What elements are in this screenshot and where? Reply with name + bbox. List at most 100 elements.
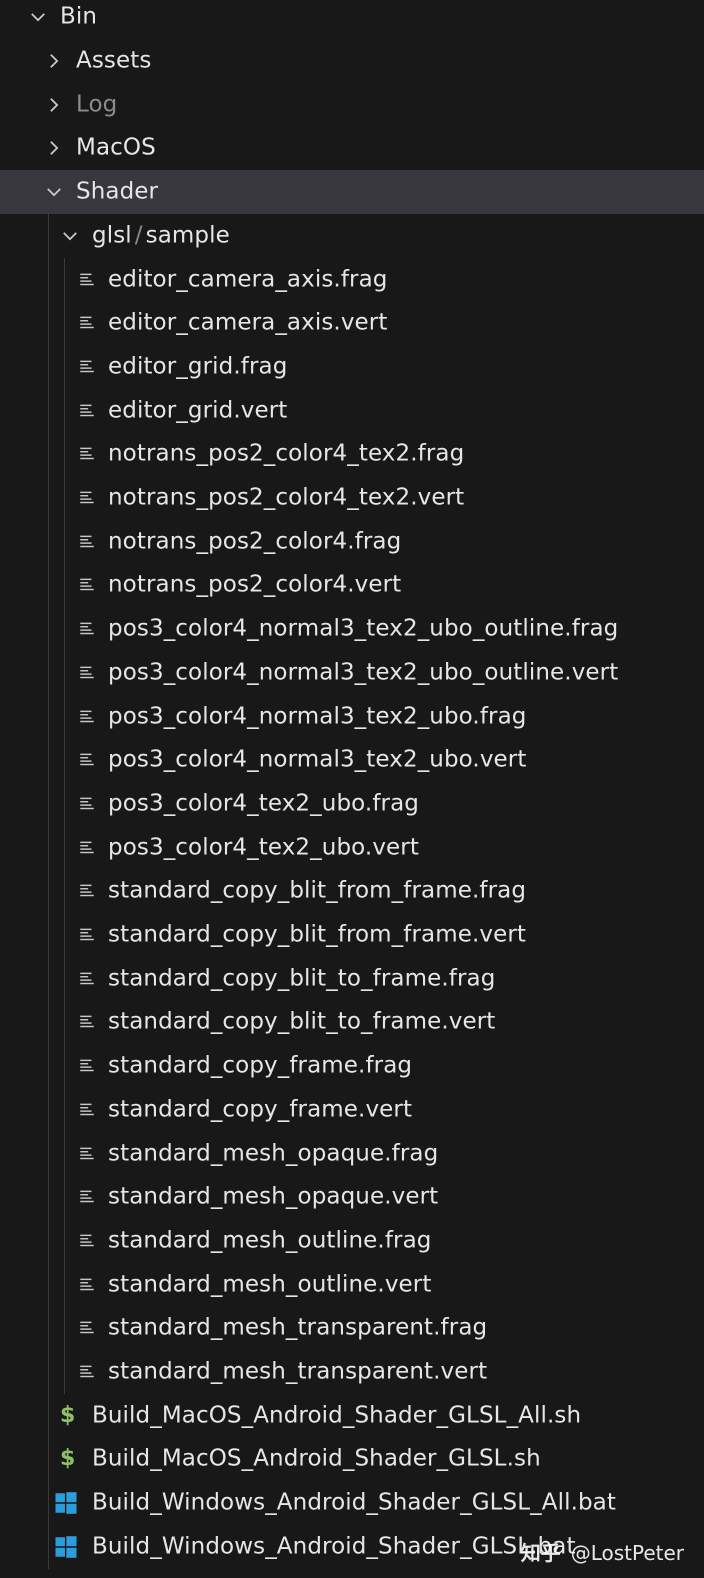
text-file-icon	[80, 928, 94, 941]
file-label: Build_Windows_Android_Shader_GLSL.bat	[92, 1533, 576, 1560]
file-label: notrans_pos2_color4.frag	[108, 528, 402, 555]
compact-folder-label: glsl / sample	[92, 224, 230, 247]
text-file-icon	[80, 535, 94, 547]
chevron-down-icon[interactable]	[60, 226, 80, 246]
file-item[interactable]: standard_mesh_outline.vert	[0, 1263, 704, 1307]
file-label: editor_camera_axis.vert	[108, 309, 388, 336]
text-file-icon	[80, 797, 94, 810]
chevron-down-icon[interactable]	[28, 7, 48, 27]
text-file-icon	[80, 316, 94, 329]
folder-log[interactable]: Log	[0, 83, 704, 127]
file-item[interactable]: standard_copy_blit_from_frame.vert	[0, 913, 704, 957]
chevron-down-icon[interactable]	[44, 182, 64, 202]
file-item[interactable]: standard_mesh_transparent.vert	[0, 1350, 704, 1394]
folder-segment-sample[interactable]: sample	[146, 222, 230, 248]
file-item[interactable]: standard_mesh_outline.frag	[0, 1219, 704, 1263]
text-file-icon	[80, 491, 94, 504]
file-label: standard_copy_frame.frag	[108, 1052, 413, 1079]
file-item[interactable]: standard_copy_blit_to_frame.frag	[0, 957, 704, 1001]
text-file-icon	[80, 360, 94, 373]
file-item[interactable]: standard_copy_blit_from_frame.frag	[0, 870, 704, 914]
chevron-right-icon[interactable]	[44, 95, 64, 115]
file-item[interactable]: notrans_pos2_color4.frag	[0, 520, 704, 564]
shell-script-icon: $	[60, 1402, 76, 1428]
file-label: Build_Windows_Android_Shader_GLSL_All.ba…	[92, 1489, 616, 1516]
file-label: standard_mesh_outline.vert	[108, 1271, 432, 1298]
file-label: standard_mesh_outline.frag	[108, 1227, 432, 1254]
file-item[interactable]: pos3_color4_normal3_tex2_ubo.vert	[0, 738, 704, 782]
file-label: Build_MacOS_Android_Shader_GLSL.sh	[92, 1445, 541, 1472]
text-file-icon	[80, 710, 94, 722]
file-item[interactable]: notrans_pos2_color4_tex2.vert	[0, 476, 704, 520]
text-file-icon	[80, 1365, 94, 1378]
file-label: notrans_pos2_color4_tex2.vert	[108, 484, 465, 511]
file-item[interactable]: notrans_pos2_color4_tex2.frag	[0, 433, 704, 477]
file-item[interactable]: pos3_color4_tex2_ubo.vert	[0, 826, 704, 870]
file-explorer-tree: Bin Assets Log MacOS Shader glsl / sample editor…	[0, 0, 704, 1578]
watermark-author: @LostPeter	[570, 1541, 684, 1565]
file-item[interactable]: pos3_color4_normal3_tex2_ubo_outline.ver…	[0, 651, 704, 695]
file-item[interactable]: editor_camera_axis.frag	[0, 258, 704, 302]
text-file-icon	[80, 273, 94, 285]
file-label: editor_grid.vert	[108, 397, 288, 424]
file-item[interactable]: pos3_color4_normal3_tex2_ubo_outline.fra…	[0, 607, 704, 651]
file-item[interactable]: pos3_color4_tex2_ubo.frag	[0, 782, 704, 826]
file-label: standard_mesh_opaque.vert	[108, 1183, 439, 1210]
shell-script-icon: $	[60, 1446, 76, 1472]
file-label: notrans_pos2_color4.vert	[108, 571, 402, 598]
script-file-item[interactable]: $ Build_MacOS_Android_Shader_GLSL_All.sh	[0, 1394, 704, 1438]
file-label: standard_mesh_opaque.frag	[108, 1140, 439, 1167]
file-item[interactable]: standard_mesh_transparent.frag	[0, 1307, 704, 1351]
watermark-site: 知乎	[520, 1541, 561, 1565]
file-label: pos3_color4_tex2_ubo.frag	[108, 790, 419, 817]
file-item[interactable]: standard_copy_frame.vert	[0, 1088, 704, 1132]
path-separator: /	[134, 222, 143, 249]
file-label: standard_mesh_transparent.frag	[108, 1314, 488, 1341]
folder-glsl-sample[interactable]: glsl / sample	[0, 214, 704, 258]
file-item[interactable]: editor_grid.frag	[0, 345, 704, 389]
file-label: standard_copy_blit_from_frame.frag	[108, 877, 527, 904]
file-label: pos3_color4_tex2_ubo.vert	[108, 834, 419, 861]
folder-label: Shader	[76, 178, 159, 205]
file-item[interactable]: pos3_color4_normal3_tex2_ubo.frag	[0, 695, 704, 739]
file-item[interactable]: standard_mesh_opaque.vert	[0, 1175, 704, 1219]
file-label: standard_copy_blit_from_frame.vert	[108, 921, 527, 948]
folder-bin[interactable]: Bin	[0, 0, 704, 39]
text-file-icon	[80, 841, 94, 853]
file-item[interactable]: standard_copy_blit_to_frame.vert	[0, 1001, 704, 1045]
file-label: standard_mesh_transparent.vert	[108, 1358, 488, 1385]
file-item[interactable]: standard_copy_frame.frag	[0, 1044, 704, 1088]
text-file-icon	[80, 666, 94, 679]
file-label: editor_camera_axis.frag	[108, 266, 388, 293]
text-file-icon	[80, 404, 94, 416]
file-label: standard_copy_frame.vert	[108, 1096, 413, 1123]
folder-label: Assets	[76, 47, 152, 74]
file-item[interactable]: editor_camera_axis.vert	[0, 301, 704, 345]
folder-macos[interactable]: MacOS	[0, 127, 704, 171]
chevron-right-icon[interactable]	[44, 138, 64, 158]
folder-segment-glsl[interactable]: glsl	[92, 222, 132, 248]
file-item[interactable]: standard_mesh_opaque.frag	[0, 1132, 704, 1176]
folder-label: Bin	[60, 3, 98, 30]
folder-label: MacOS	[76, 134, 156, 161]
folder-shader[interactable]: Shader	[0, 170, 704, 214]
text-file-icon	[80, 884, 94, 897]
script-file-item[interactable]: Build_Windows_Android_Shader_GLSL_All.ba…	[0, 1481, 704, 1525]
script-file-item[interactable]: $ Build_MacOS_Android_Shader_GLSL.sh	[0, 1438, 704, 1482]
text-file-icon	[80, 1190, 94, 1203]
file-label: pos3_color4_normal3_tex2_ubo_outline.ver…	[108, 659, 619, 686]
text-file-icon	[80, 1059, 94, 1072]
file-item[interactable]: editor_grid.vert	[0, 389, 704, 433]
file-item[interactable]: notrans_pos2_color4.vert	[0, 564, 704, 608]
chevron-right-icon[interactable]	[44, 51, 64, 71]
text-file-icon	[80, 1016, 94, 1028]
folder-assets[interactable]: Assets	[0, 39, 704, 83]
file-label: standard_copy_blit_to_frame.vert	[108, 1008, 496, 1035]
text-file-icon	[80, 972, 94, 984]
text-file-icon	[80, 1147, 94, 1159]
file-label: Build_MacOS_Android_Shader_GLSL_All.sh	[92, 1402, 582, 1429]
watermark: 知乎 @LostPeter	[521, 1537, 684, 1566]
text-file-icon	[80, 1321, 94, 1334]
text-file-icon	[80, 753, 94, 766]
text-file-icon	[80, 579, 94, 591]
